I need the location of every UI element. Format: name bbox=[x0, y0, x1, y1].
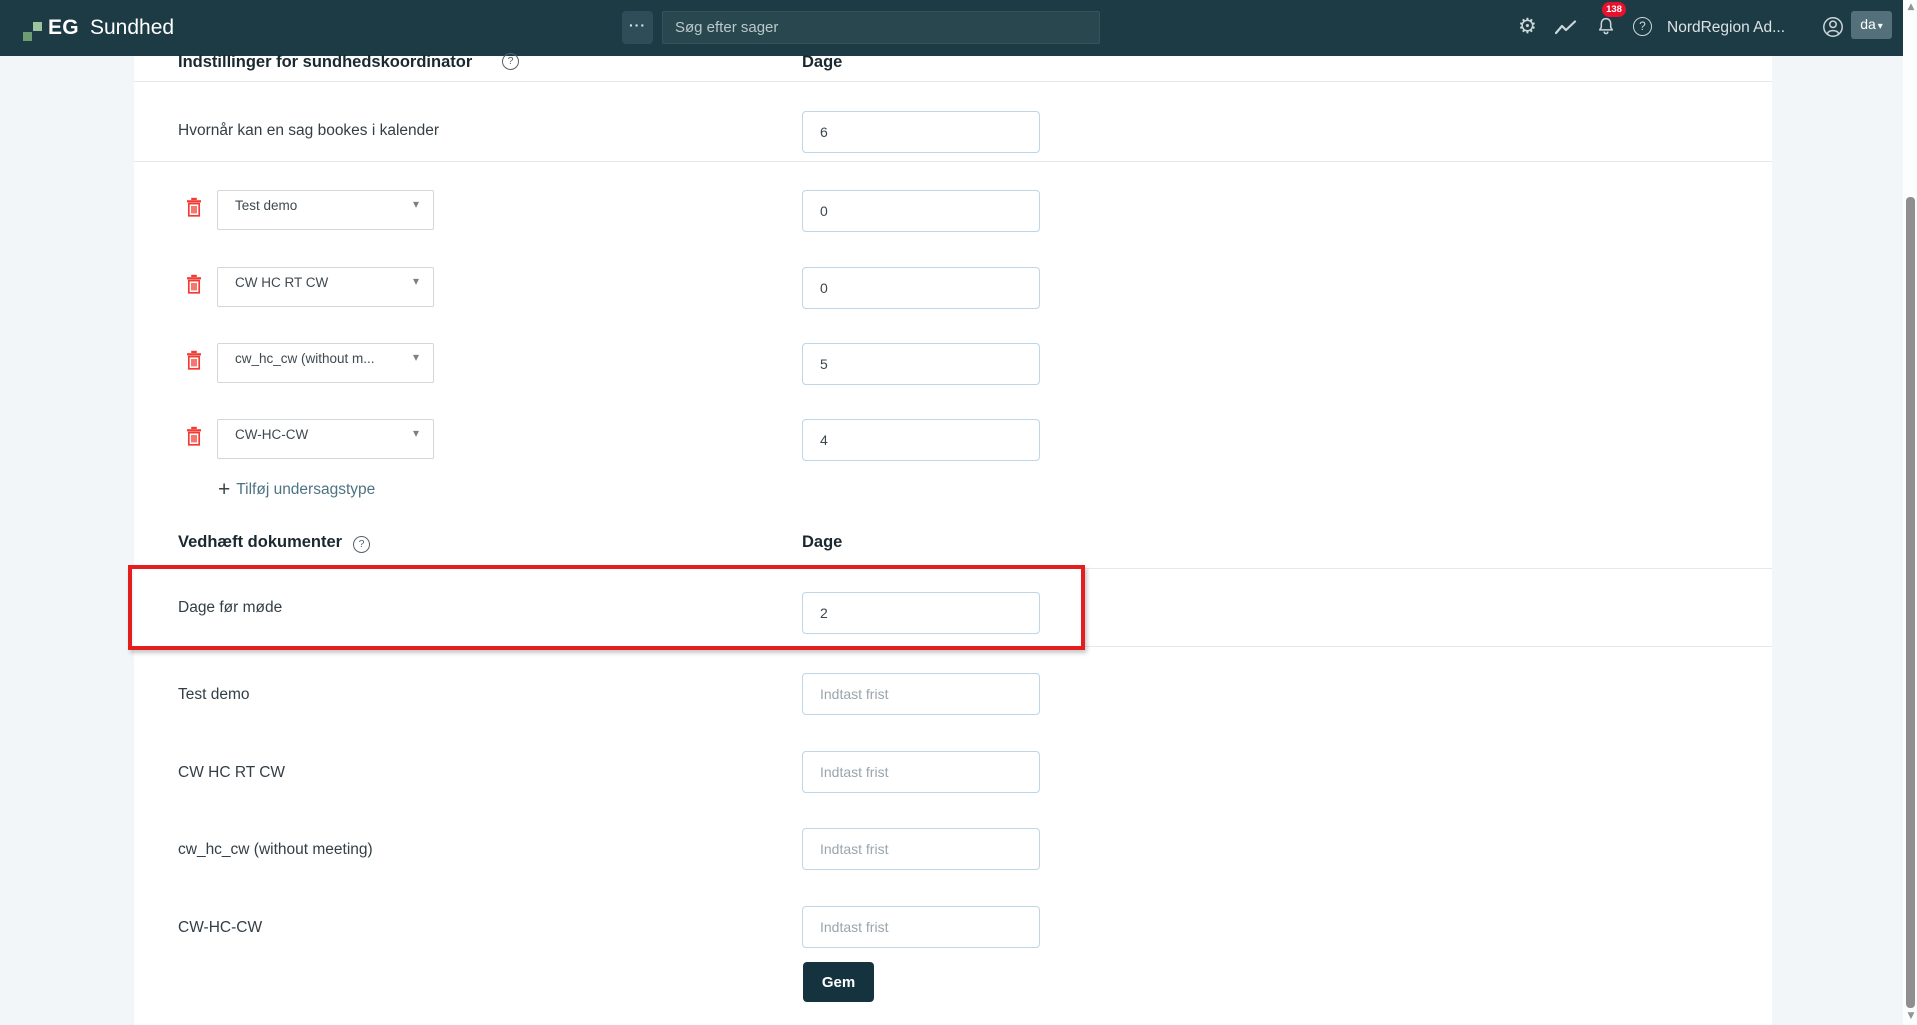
subtype-days-input[interactable] bbox=[802, 190, 1040, 232]
notifications-bell-icon[interactable] bbox=[1596, 16, 1616, 38]
user-profile-icon[interactable] bbox=[1822, 16, 1844, 38]
org-account-label[interactable]: NordRegion Ad... bbox=[1667, 19, 1785, 37]
logo-square-dark bbox=[23, 32, 32, 41]
doc-deadline-input[interactable] bbox=[802, 751, 1040, 793]
scroll-up-icon[interactable]: ▲ bbox=[1905, 2, 1917, 12]
doc-row-label: cw_hc_cw (without meeting) bbox=[178, 841, 373, 859]
doc-row-label: Test demo bbox=[178, 686, 250, 704]
subtype-dropdown[interactable]: CW-HC-CW ▾ bbox=[217, 419, 434, 459]
chevron-down-icon: ▾ bbox=[413, 350, 419, 364]
section-help-icon[interactable]: ? bbox=[353, 536, 370, 553]
plus-icon: + bbox=[218, 478, 230, 501]
section-title-koordinator: Indstillinger for sundhedskoordinator bbox=[178, 53, 472, 72]
doc-deadline-input[interactable] bbox=[802, 906, 1040, 948]
search-input[interactable] bbox=[662, 11, 1100, 44]
notification-count-badge: 138 bbox=[1602, 2, 1626, 17]
days-column-header: Dage bbox=[802, 533, 842, 552]
subtype-dropdown[interactable]: cw_hc_cw (without m... ▾ bbox=[217, 343, 434, 383]
chevron-down-icon: ▾ bbox=[1878, 21, 1883, 32]
divider bbox=[134, 81, 1772, 82]
chevron-down-icon: ▾ bbox=[413, 274, 419, 288]
delete-subtype-button[interactable] bbox=[186, 426, 202, 446]
delete-subtype-button[interactable] bbox=[186, 350, 202, 370]
scrollbar-thumb[interactable] bbox=[1906, 197, 1915, 1008]
subtype-dropdown[interactable]: Test demo ▾ bbox=[217, 190, 434, 230]
doc-row-label: CW HC RT CW bbox=[178, 764, 285, 782]
app-header: EG Sundhed ··· ⚙ 138 ? NordRegion Ad... … bbox=[0, 0, 1903, 56]
doc-row-label: CW-HC-CW bbox=[178, 919, 262, 937]
language-code: da bbox=[1860, 16, 1876, 32]
save-button[interactable]: Gem bbox=[803, 962, 874, 1002]
more-options-button[interactable]: ··· bbox=[622, 11, 653, 44]
divider bbox=[134, 646, 1772, 647]
chevron-down-icon: ▾ bbox=[413, 426, 419, 440]
section-title-dokumenter: Vedhæft dokumenter bbox=[178, 533, 342, 552]
scroll-down-icon[interactable]: ▼ bbox=[1905, 1011, 1917, 1021]
add-subtype-link[interactable]: + Tilføj undersagstype bbox=[218, 478, 375, 502]
product-name: Sundhed bbox=[90, 16, 174, 40]
doc-deadline-input[interactable] bbox=[802, 673, 1040, 715]
brand-name: EG bbox=[48, 16, 79, 40]
booking-days-input[interactable] bbox=[802, 111, 1040, 153]
chevron-down-icon: ▾ bbox=[413, 197, 419, 211]
divider bbox=[134, 568, 1772, 569]
add-subtype-label: Tilføj undersagstype bbox=[236, 481, 375, 498]
help-icon[interactable]: ? bbox=[1633, 17, 1652, 36]
dage-foer-moede-input[interactable] bbox=[802, 592, 1040, 634]
doc-deadline-input[interactable] bbox=[802, 828, 1040, 870]
subtype-dropdown-value: CW HC RT CW bbox=[235, 275, 399, 290]
subtype-dropdown[interactable]: CW HC RT CW ▾ bbox=[217, 267, 434, 307]
delete-subtype-button[interactable] bbox=[186, 274, 202, 294]
days-column-header: Dage bbox=[802, 53, 842, 72]
logo-square-light bbox=[33, 22, 42, 31]
booking-row-label: Hvornår kan en sag bookes i kalender bbox=[178, 122, 439, 140]
language-selector[interactable]: da▾ bbox=[1851, 11, 1892, 39]
section-help-icon[interactable]: ? bbox=[502, 53, 519, 70]
settings-gear-icon[interactable]: ⚙ bbox=[1518, 16, 1537, 37]
subtype-dropdown-value: CW-HC-CW bbox=[235, 427, 399, 442]
delete-subtype-button[interactable] bbox=[186, 197, 202, 217]
dage-foer-moede-label: Dage før møde bbox=[178, 599, 282, 617]
divider bbox=[134, 161, 1772, 162]
subtype-days-input[interactable] bbox=[802, 267, 1040, 309]
subtype-days-input[interactable] bbox=[802, 343, 1040, 385]
subtype-dropdown-value: Test demo bbox=[235, 198, 399, 213]
ellipsis-icon: ··· bbox=[629, 17, 646, 33]
subtype-dropdown-value: cw_hc_cw (without m... bbox=[235, 351, 399, 366]
subtype-days-input[interactable] bbox=[802, 419, 1040, 461]
activity-trend-icon[interactable] bbox=[1555, 20, 1577, 35]
